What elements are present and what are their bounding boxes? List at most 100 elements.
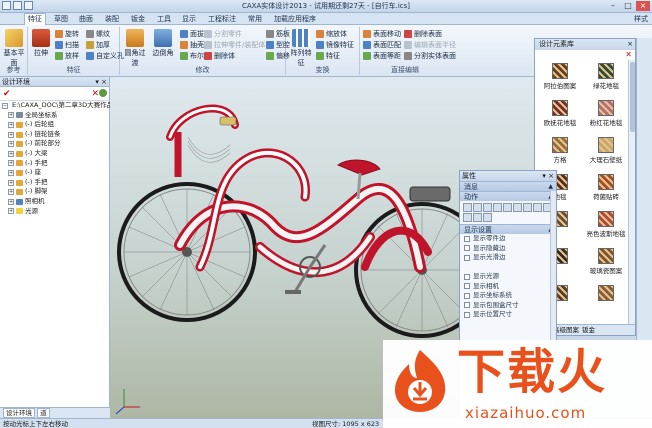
tree-item[interactable]: + 全局坐标系 <box>2 111 109 121</box>
expand-icon[interactable]: + <box>8 141 14 148</box>
action-icon[interactable] <box>463 203 472 212</box>
library-scrollbar[interactable] <box>628 60 635 325</box>
revolve-button[interactable]: 旋转 <box>55 29 79 39</box>
base-plane-button[interactable]: 基本平面 <box>1 29 27 68</box>
tab-sheetmetal-lib[interactable]: 钣金 <box>582 325 595 335</box>
close-button[interactable]: × <box>636 1 650 11</box>
expand-icon[interactable]: + <box>8 131 14 138</box>
library-item[interactable]: 亮色波斯地毯 <box>584 211 628 238</box>
library-item[interactable] <box>584 285 628 302</box>
close-icon[interactable]: ▾ × <box>95 77 107 87</box>
scale-body-button[interactable]: 缩放体 <box>316 29 347 39</box>
check-icon[interactable]: ✔ <box>3 89 11 99</box>
action-icon[interactable] <box>493 203 502 212</box>
minimize-button[interactable]: – <box>606 1 620 11</box>
display-option[interactable]: 显示隐藏边 <box>460 244 556 254</box>
fillet-button[interactable]: 圆角过渡 <box>122 29 148 68</box>
tree-item[interactable]: + (-) 链轮链条 <box>2 130 109 140</box>
library-item[interactable]: 欧抚花地毯 <box>538 100 582 127</box>
tab-other[interactable]: 道 <box>37 408 50 418</box>
split-face-button[interactable]: 分割实体表面 <box>404 51 456 61</box>
expand-icon[interactable]: + <box>8 208 14 215</box>
delete-icon[interactable]: ✕ <box>91 89 99 99</box>
face-move-button[interactable]: 表面移动 <box>363 29 401 39</box>
tab-annotation[interactable]: 工程标注 <box>208 14 236 24</box>
display-option[interactable]: 显示光滑边 <box>460 253 556 263</box>
display-option[interactable]: 显示坐标系统 <box>460 291 556 301</box>
library-item[interactable]: 玻璃瓷图案 <box>584 248 628 275</box>
tab-display[interactable]: 显示 <box>182 14 196 24</box>
expand-icon[interactable]: + <box>8 189 14 196</box>
tree-item[interactable]: + 光源 <box>2 207 109 217</box>
delete-face-button[interactable]: 删除表面 <box>404 29 442 39</box>
checkbox[interactable] <box>464 245 470 252</box>
checkbox[interactable] <box>464 283 470 290</box>
shell-button[interactable]: 抽壳 <box>180 40 204 50</box>
tree-item[interactable]: + (-) 前轮部分 <box>2 139 109 149</box>
close-icon[interactable]: × <box>627 39 633 50</box>
expand-icon[interactable]: + <box>8 160 14 167</box>
checkbox[interactable] <box>464 254 470 261</box>
boolean-button[interactable]: 布尔 <box>180 51 204 61</box>
mirror-feature-button[interactable]: 镜像特征 <box>316 40 354 50</box>
checkbox[interactable] <box>464 292 470 299</box>
expand-icon[interactable]: + <box>8 121 14 128</box>
library-item[interactable]: 方格 <box>538 137 582 164</box>
thicken-button[interactable]: 加厚 <box>86 40 110 50</box>
tree-item[interactable]: + (-) 脚架 <box>2 187 109 197</box>
action-icon[interactable] <box>463 213 472 222</box>
section-actions[interactable]: 动作▲ <box>460 191 556 201</box>
checkbox[interactable] <box>464 235 470 242</box>
expand-icon[interactable]: + <box>8 198 14 205</box>
loft-button[interactable]: 放样 <box>55 51 79 61</box>
library-item[interactable]: 大理石壁纸 <box>584 137 628 164</box>
display-option[interactable]: 显示相机 <box>460 282 556 292</box>
tree-item[interactable]: + (-) 手把 <box>2 178 109 188</box>
checkbox[interactable] <box>464 273 470 280</box>
library-item[interactable]: 荷菌贴砖 <box>584 174 628 201</box>
tab-feature[interactable]: 特征 <box>24 13 46 25</box>
library-item[interactable]: 粉红花地毯 <box>584 100 628 127</box>
action-icon[interactable] <box>513 203 522 212</box>
tree-item[interactable]: + (-) 手把 <box>2 159 109 169</box>
action-icon[interactable] <box>523 203 532 212</box>
delete-body-button[interactable]: 删除体 <box>204 51 235 61</box>
display-option[interactable]: 显示光源 <box>460 272 556 282</box>
edit-face-radius-button[interactable]: 编辑表面半径 <box>404 40 456 50</box>
pin-icon[interactable]: ▾ × <box>542 171 554 181</box>
split-part-button[interactable]: 分割零件 <box>204 29 242 39</box>
tree-root[interactable]: − E:\CAXA_DOC\第二章3D大赛作品 <box>2 101 113 111</box>
extrude-assembly-button[interactable]: 拉伸零件/装配体 <box>204 40 265 50</box>
section-display-settings[interactable]: 显示设置▲ <box>460 224 556 234</box>
display-option[interactable]: 显示零件边 <box>460 234 556 244</box>
tab-design-env[interactable]: 设计环境 <box>3 408 35 418</box>
tab-sheetmetal[interactable]: 钣金 <box>131 14 145 24</box>
tab-addins[interactable]: 加载应用程序 <box>274 14 316 24</box>
action-icon[interactable] <box>473 213 482 222</box>
checkbox[interactable] <box>464 302 470 309</box>
style-menu[interactable]: 样式 <box>634 14 648 24</box>
scrollbar-thumb[interactable] <box>630 62 635 132</box>
tab-assembly[interactable]: 装配 <box>105 14 119 24</box>
action-icon[interactable] <box>503 203 512 212</box>
feature-transform-button[interactable]: 特征 <box>316 51 340 61</box>
expand-icon[interactable]: + <box>8 150 14 157</box>
expand-icon[interactable]: + <box>8 112 14 119</box>
tab-sketch[interactable]: 草图 <box>54 14 68 24</box>
tab-tools[interactable]: 工具 <box>157 14 171 24</box>
maximize-button[interactable]: □ <box>621 1 635 11</box>
sweep-button[interactable]: 扫描 <box>55 40 79 50</box>
delete-icon[interactable]: ✕ <box>625 50 632 59</box>
library-item[interactable]: 阿拉伯图案 <box>538 63 582 90</box>
action-icon[interactable] <box>533 203 542 212</box>
tree-item[interactable]: + (-) 座 <box>2 168 109 178</box>
face-offset-button[interactable]: 表面等距 <box>363 51 401 61</box>
face-match-button[interactable]: 表面匹配 <box>363 40 401 50</box>
section-messages[interactable]: 消息 ▲ <box>460 181 556 191</box>
library-item[interactable]: 绿花地毯 <box>584 63 628 90</box>
thread-button[interactable]: 螺纹 <box>86 29 110 39</box>
collapse-icon[interactable]: − <box>2 102 8 109</box>
custom-hole-button[interactable]: 自定义孔 <box>86 51 124 61</box>
tree-item[interactable]: + 照相机 <box>2 197 109 207</box>
action-icon[interactable] <box>483 203 492 212</box>
